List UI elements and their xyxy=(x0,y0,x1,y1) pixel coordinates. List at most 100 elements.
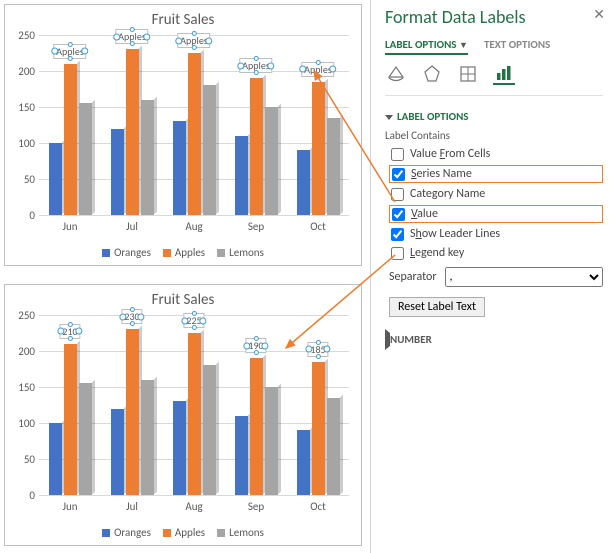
tab-text-options[interactable]: TEXT OPTIONS xyxy=(484,38,550,55)
bar-oranges[interactable] xyxy=(111,409,124,495)
legend-item[interactable]: Apples xyxy=(163,246,205,259)
bar-apples[interactable]: 185 xyxy=(312,362,325,495)
chart-title: Fruit Sales xyxy=(5,5,361,29)
bar-lemons[interactable] xyxy=(79,383,92,495)
bar-apples[interactable]: Apples xyxy=(188,53,201,215)
bar-apples[interactable]: 190 xyxy=(250,358,263,495)
bar-oranges[interactable] xyxy=(235,416,248,495)
data-label[interactable]: 210 xyxy=(59,324,80,339)
bar-group[interactable]: 225 xyxy=(163,315,225,495)
bar-group[interactable]: Apples xyxy=(225,35,287,215)
data-label[interactable]: Apples xyxy=(239,58,272,73)
section-label-options[interactable]: LABEL OPTIONS xyxy=(385,110,603,123)
bar-oranges[interactable] xyxy=(173,121,186,215)
legend-item[interactable]: Lemons xyxy=(217,246,264,259)
data-label[interactable]: Apples xyxy=(301,62,334,77)
bar-group[interactable]: 230 xyxy=(101,315,163,495)
plot-area[interactable]: 050100150200250ApplesApplesApplesApplesA… xyxy=(39,35,349,215)
bar-group[interactable]: Apples xyxy=(39,35,101,215)
bar-oranges[interactable] xyxy=(49,423,62,495)
chk-legend-key[interactable]: Legend key xyxy=(389,245,603,261)
bar-oranges[interactable] xyxy=(297,150,310,215)
bar-group[interactable]: Apples xyxy=(163,35,225,215)
checkbox[interactable] xyxy=(392,208,405,221)
bar-oranges[interactable] xyxy=(111,129,124,215)
x-tick: Jun xyxy=(39,220,101,233)
bar-oranges[interactable] xyxy=(297,430,310,495)
chk-value-from-cells[interactable]: Value From Cells xyxy=(389,146,603,162)
bar-lemons[interactable] xyxy=(327,118,340,215)
bar-apples[interactable]: Apples xyxy=(312,82,325,215)
chart-top[interactable]: Fruit Sales050100150200250ApplesApplesAp… xyxy=(4,4,362,266)
chk-label: Legend key xyxy=(410,246,464,260)
x-tick: Oct xyxy=(287,220,349,233)
legend-item[interactable]: Apples xyxy=(163,526,205,539)
bar-oranges[interactable] xyxy=(49,143,62,215)
x-tick: Aug xyxy=(163,220,225,233)
bar-apples[interactable]: 210 xyxy=(64,344,77,495)
legend-item[interactable]: Oranges xyxy=(102,526,151,539)
bar-lemons[interactable] xyxy=(265,387,278,495)
close-icon[interactable]: ✕ xyxy=(593,6,605,23)
pane-tabs: LABEL OPTIONS ▼ TEXT OPTIONS xyxy=(385,38,603,55)
legend[interactable]: Oranges Apples Lemons xyxy=(5,246,361,259)
bar-lemons[interactable] xyxy=(141,380,154,495)
reset-label-text-button[interactable]: Reset Label Text xyxy=(389,297,485,317)
plot-area[interactable]: 050100150200250210230225190185JunJulAugS… xyxy=(39,315,349,495)
bar-lemons[interactable] xyxy=(265,107,278,215)
chk-show-leader[interactable]: Show Leader Lines xyxy=(389,226,603,242)
bar-lemons[interactable] xyxy=(203,365,216,495)
size-icon[interactable] xyxy=(457,63,479,85)
checkbox[interactable] xyxy=(391,228,404,241)
bar-lemons[interactable] xyxy=(327,398,340,495)
bar-apples[interactable]: Apples xyxy=(126,49,139,215)
bar-apples[interactable]: Apples xyxy=(64,64,77,215)
legend-item[interactable]: Oranges xyxy=(102,246,151,259)
chart-title: Fruit Sales xyxy=(5,285,361,309)
checkbox[interactable] xyxy=(392,168,405,181)
bar-lemons[interactable] xyxy=(141,100,154,215)
bar-lemons[interactable] xyxy=(79,103,92,215)
bar-group[interactable]: 190 xyxy=(225,315,287,495)
chk-category-name[interactable]: Category Name xyxy=(389,186,603,202)
data-label[interactable]: 225 xyxy=(183,313,204,328)
pane-title: Format Data Labels xyxy=(385,6,603,28)
section-number[interactable]: NUMBER xyxy=(385,333,603,346)
data-label[interactable]: 230 xyxy=(121,309,142,324)
separator-label: Separator xyxy=(389,270,437,284)
x-tick: Sep xyxy=(225,220,287,233)
chk-label: Value xyxy=(411,207,438,221)
pane-icon-row xyxy=(385,63,603,96)
data-label[interactable]: Apples xyxy=(177,33,210,48)
data-label[interactable]: 190 xyxy=(245,338,266,353)
chart-options-icon[interactable] xyxy=(493,63,515,85)
bar-oranges[interactable] xyxy=(235,136,248,215)
bar-apples[interactable]: 225 xyxy=(188,333,201,495)
separator-select[interactable]: , xyxy=(445,267,603,287)
tab-label-options[interactable]: LABEL OPTIONS ▼ xyxy=(385,38,468,55)
bar-group[interactable]: Apples xyxy=(287,35,349,215)
bar-group[interactable]: Apples xyxy=(101,35,163,215)
checkbox[interactable] xyxy=(391,148,404,161)
bar-apples[interactable]: 230 xyxy=(126,329,139,495)
bar-apples[interactable]: Apples xyxy=(250,78,263,215)
bar-oranges[interactable] xyxy=(173,401,186,495)
fill-icon[interactable] xyxy=(385,63,407,85)
checkbox[interactable] xyxy=(391,188,404,201)
data-label[interactable]: 185 xyxy=(307,342,328,357)
bar-lemons[interactable] xyxy=(203,85,216,215)
checkbox[interactable] xyxy=(391,247,404,260)
legend-item[interactable]: Lemons xyxy=(217,526,264,539)
bar-group[interactable]: 210 xyxy=(39,315,101,495)
effects-icon[interactable] xyxy=(421,63,443,85)
chk-label: Value From Cells xyxy=(410,147,490,161)
bar-group[interactable]: 185 xyxy=(287,315,349,495)
chk-series-name[interactable]: Series Name xyxy=(389,165,603,183)
legend[interactable]: Oranges Apples Lemons xyxy=(5,526,361,539)
chart-bottom[interactable]: Fruit Sales05010015020025021023022519018… xyxy=(4,284,362,546)
chk-value[interactable]: Value xyxy=(389,205,603,223)
chk-label: Series Name xyxy=(411,167,472,181)
data-label[interactable]: Apples xyxy=(53,44,86,59)
data-label[interactable]: Apples xyxy=(115,29,148,44)
x-tick: Jul xyxy=(101,220,163,233)
